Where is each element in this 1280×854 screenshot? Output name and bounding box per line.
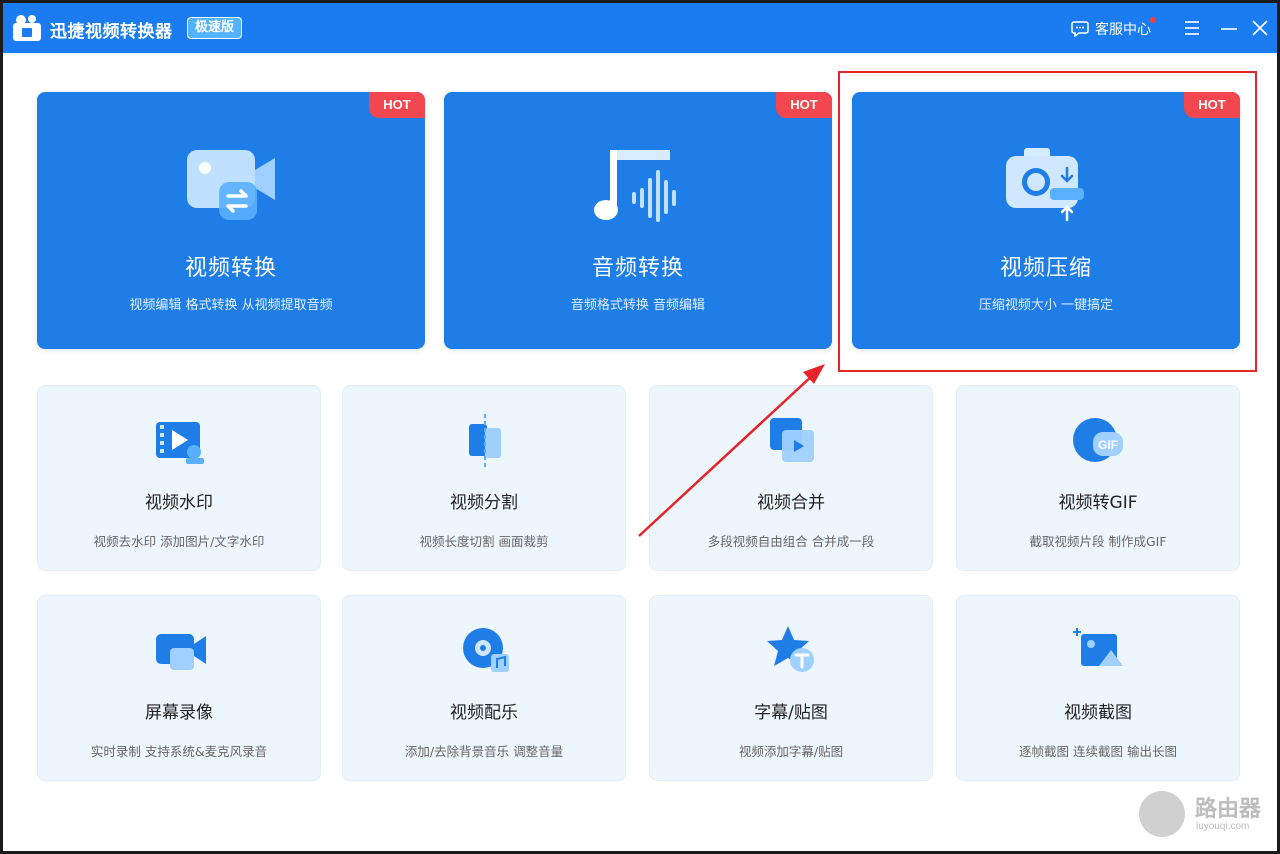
video-compress-icon [1006, 148, 1084, 222]
audio-convert-icon [594, 150, 676, 222]
card-subtitle: 视频长度切割 画面裁剪 [419, 534, 549, 549]
screen-record-card[interactable]: 屏幕录像 实时录制 支持系统&麦克风录音 [37, 595, 321, 781]
hot-badge: HOT [776, 92, 832, 118]
notification-dot [1150, 17, 1156, 23]
card-title: 视频转换 [184, 256, 277, 281]
card-title: 视频压缩 [999, 256, 1092, 281]
video-compress-card[interactable]: HOT 视频压缩 压缩视频大小 一键搞定 [852, 92, 1240, 349]
app-window: 迅捷视频转换器 极速版 客服中心 HOT 视频转换 视频编辑 格式转换 从视频提… [3, 3, 1277, 851]
gif-card[interactable]: GIF 视频转GIF 截取视频片段 制作成GIF [956, 385, 1240, 571]
music-card[interactable]: 视频配乐 添加/去除背景音乐 调整音量 [342, 595, 626, 781]
subtitle-card[interactable]: 字幕/贴图 视频添加字幕/贴图 [649, 595, 933, 781]
card-title: 视频转GIF [1058, 493, 1138, 513]
watermark-url: luyouqi.com [1196, 821, 1250, 832]
card-subtitle: 实时录制 支持系统&麦克风录音 [90, 744, 268, 759]
site-watermark: 路由器 luyouqi.com [1139, 789, 1269, 839]
card-subtitle: 压缩视频大小 一键搞定 [978, 298, 1114, 313]
watermark-icon [156, 422, 204, 464]
hot-badge: HOT [1184, 92, 1240, 118]
card-subtitle: 多段视频自由组合 合并成一段 [707, 534, 875, 549]
minimize-icon[interactable] [1218, 17, 1240, 39]
card-subtitle: 视频去水印 添加图片/文字水印 [93, 534, 265, 549]
card-subtitle: 视频编辑 格式转换 从视频提取音频 [129, 298, 333, 313]
card-title: 音频转换 [591, 256, 684, 281]
chat-icon [1071, 21, 1089, 37]
subtitle-icon [767, 626, 814, 672]
screenshot-card[interactable]: 视频截图 逐帧截图 连续截图 输出长图 [956, 595, 1240, 781]
watermark-text: 路由器 [1195, 797, 1262, 822]
video-convert-card[interactable]: HOT 视频转换 视频编辑 格式转换 从视频提取音频 [37, 92, 425, 349]
split-icon [469, 414, 501, 470]
card-title: 视频配乐 [450, 703, 518, 723]
card-title: 字幕/贴图 [754, 703, 828, 723]
customer-service-button[interactable]: 客服中心 [1071, 16, 1156, 42]
gif-icon: GIF [1073, 418, 1123, 462]
merge-icon [770, 418, 814, 462]
close-icon[interactable] [1249, 17, 1271, 39]
app-logo [13, 15, 41, 41]
edition-badge: 极速版 [187, 17, 243, 39]
card-title: 视频分割 [450, 493, 518, 513]
customer-service-label: 客服中心 [1095, 22, 1151, 38]
card-subtitle: 逐帧截图 连续截图 输出长图 [1019, 744, 1177, 759]
gif-label: GIF [1098, 438, 1118, 452]
split-card[interactable]: 视频分割 视频长度切割 画面裁剪 [342, 385, 626, 571]
card-title: 屏幕录像 [145, 703, 213, 723]
video-convert-icon [187, 150, 275, 220]
music-icon [463, 628, 509, 672]
audio-convert-card[interactable]: HOT 音频转换 音频格式转换 音频编辑 [444, 92, 832, 349]
card-subtitle: 视频添加字幕/贴图 [738, 744, 844, 759]
card-title: 视频水印 [145, 493, 213, 513]
card-subtitle: 截取视频片段 制作成GIF [1029, 534, 1167, 549]
merge-card[interactable]: 视频合并 多段视频自由组合 合并成一段 [649, 385, 933, 571]
screen-record-icon [156, 634, 206, 670]
card-subtitle: 添加/去除背景音乐 调整音量 [404, 744, 564, 759]
watermark-logo [1139, 791, 1185, 837]
screenshot-icon [1073, 628, 1123, 666]
card-subtitle: 音频格式转换 音频编辑 [570, 298, 706, 313]
hot-badge: HOT [369, 92, 425, 118]
menu-icon[interactable] [1181, 17, 1203, 39]
card-title: 视频截图 [1064, 703, 1132, 723]
app-title: 迅捷视频转换器 [50, 22, 173, 42]
title-bar: 迅捷视频转换器 极速版 客服中心 [3, 3, 1277, 53]
card-title: 视频合并 [757, 493, 825, 513]
watermark-card[interactable]: 视频水印 视频去水印 添加图片/文字水印 [37, 385, 321, 571]
